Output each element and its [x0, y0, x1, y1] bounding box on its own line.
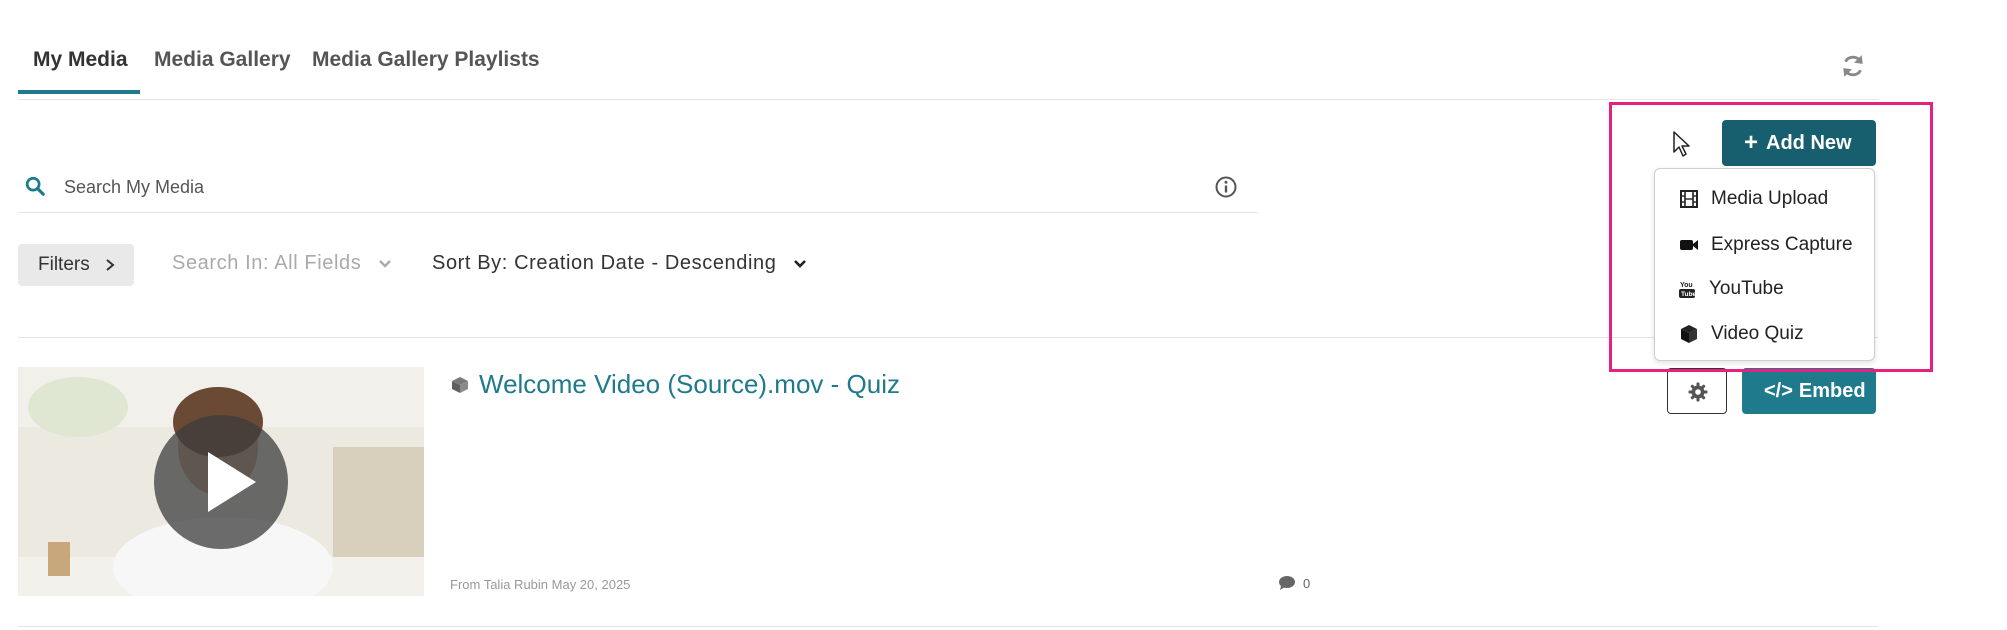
divider — [18, 626, 1878, 627]
svg-text:You: You — [1680, 282, 1693, 289]
add-new-label: Add New — [1766, 132, 1852, 154]
chevron-down-icon — [378, 259, 391, 268]
play-button[interactable] — [154, 415, 288, 549]
info-icon[interactable] — [1214, 175, 1238, 199]
sort-by-dropdown[interactable]: Sort By: Creation Date - Descending — [432, 252, 807, 275]
embed-button[interactable]: </> Embed — [1742, 368, 1876, 414]
filters-button[interactable]: Filters — [18, 244, 134, 286]
search-input[interactable] — [62, 171, 1166, 203]
entry-meta: From Talia Rubin May 20, 2025 — [450, 577, 631, 592]
search-icon — [25, 176, 45, 196]
plus-icon: + — [1744, 129, 1759, 156]
filters-label: Filters — [38, 254, 90, 275]
mouse-cursor-icon — [1673, 131, 1690, 157]
search-bar — [18, 165, 1258, 213]
gear-icon — [1688, 382, 1708, 402]
media-tabs: My Media Media Gallery Media Gallery Pla… — [18, 0, 1878, 100]
menu-item-media-upload[interactable]: Media Upload — [1655, 177, 1874, 221]
youtube-icon: You Tube — [1679, 282, 1696, 298]
menu-item-label: Express Capture — [1711, 234, 1853, 255]
menu-item-video-quiz[interactable]: Video Quiz — [1655, 312, 1874, 356]
chevron-down-icon — [793, 259, 806, 268]
code-icon: </> — [1764, 380, 1793, 402]
chevron-right-icon — [106, 259, 115, 271]
film-icon — [1680, 190, 1698, 208]
search-in-label: Search In: All Fields — [172, 252, 362, 274]
entry-title-link[interactable]: Welcome Video (Source).mov - Quiz — [479, 369, 900, 400]
cube-icon — [452, 377, 468, 393]
menu-item-label: Media Upload — [1711, 188, 1829, 209]
sort-by-label: Sort By: Creation Date - Descending — [432, 252, 777, 274]
divider — [18, 337, 1878, 338]
active-tab-indicator — [18, 90, 140, 94]
svg-text:Tube: Tube — [1681, 291, 1696, 298]
menu-item-label: YouTube — [1709, 278, 1784, 299]
cube-icon — [1681, 325, 1697, 343]
comment-count: 0 — [1303, 576, 1311, 591]
menu-item-label: Video Quiz — [1711, 323, 1804, 344]
play-icon — [208, 452, 256, 512]
comment-icon — [1279, 576, 1295, 590]
embed-label: Embed — [1798, 380, 1866, 402]
tab-media-gallery[interactable]: Media Gallery — [154, 48, 291, 72]
refresh-icon[interactable] — [1840, 53, 1866, 79]
add-new-menu: Media Upload Express Capture You Tube Yo… — [1654, 168, 1875, 361]
tab-media-gallery-playlists[interactable]: Media Gallery Playlists — [312, 48, 540, 72]
entry-settings-button[interactable] — [1667, 368, 1727, 414]
video-thumbnail[interactable] — [18, 367, 424, 596]
menu-item-express-capture[interactable]: Express Capture — [1655, 223, 1874, 267]
menu-item-youtube[interactable]: You Tube YouTube — [1655, 267, 1874, 311]
add-new-button[interactable]: + Add New — [1722, 120, 1876, 166]
tab-my-media[interactable]: My Media — [33, 48, 128, 72]
search-in-dropdown[interactable]: Search In: All Fields — [172, 252, 392, 275]
video-camera-icon — [1680, 240, 1698, 250]
